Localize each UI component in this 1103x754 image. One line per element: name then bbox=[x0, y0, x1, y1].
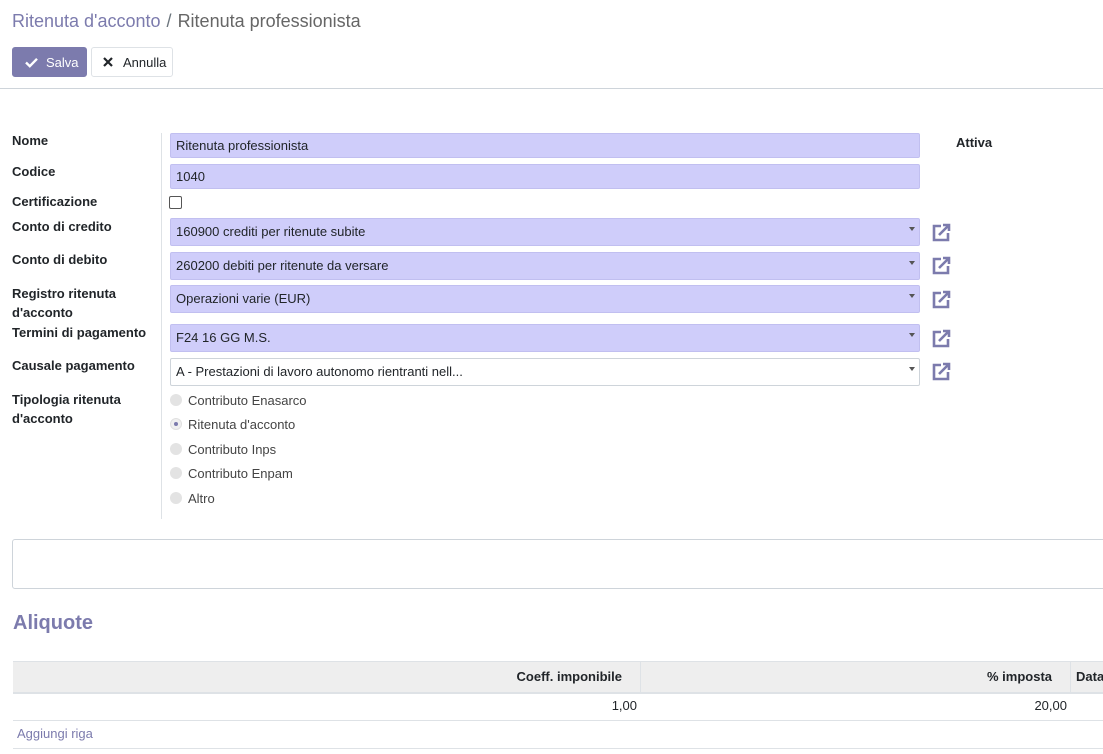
breadcrumb-parent-link[interactable]: Ritenuta d'acconto bbox=[12, 11, 161, 31]
column-header-coeff[interactable]: Coeff. imponibile bbox=[13, 662, 641, 692]
cell-tax: 20,00 bbox=[1034, 698, 1067, 713]
check-icon bbox=[24, 57, 38, 68]
breadcrumb: Ritenuta d'acconto / Ritenuta professionis… bbox=[12, 11, 361, 32]
withholding-type-radio-enasarco[interactable]: Contributo Enasarco bbox=[170, 391, 307, 409]
chevron-down-icon bbox=[909, 261, 915, 265]
payment-reason-value: A - Prestazioni di lavoro autonomo rient… bbox=[176, 364, 463, 379]
save-button[interactable]: Salva bbox=[12, 47, 87, 77]
label-column-divider bbox=[161, 133, 162, 519]
radio-label: Ritenuta d'acconto bbox=[188, 416, 296, 432]
code-label: Codice bbox=[12, 164, 56, 179]
credit-account-select[interactable]: 160900 crediti per ritenute subite bbox=[170, 218, 920, 246]
journal-label-line2: d'acconto bbox=[12, 305, 73, 320]
radio-indicator-checked bbox=[170, 418, 182, 430]
journal-label-line1: Registro ritenuta bbox=[12, 286, 117, 301]
debit-account-external-link-icon[interactable] bbox=[930, 255, 952, 277]
chevron-down-icon bbox=[909, 227, 915, 231]
breadcrumb-current: Ritenuta professionista bbox=[177, 11, 361, 31]
payment-reason-label: Causale pagamento bbox=[12, 358, 135, 373]
withholding-type-radio-enpam[interactable]: Contributo Enpam bbox=[170, 464, 293, 482]
radio-label: Contributo Enpam bbox=[188, 465, 293, 481]
radio-indicator bbox=[170, 467, 182, 479]
cell-coeff: 1,00 bbox=[611, 698, 637, 713]
rates-table-header: Coeff. imponibile % imposta Data bbox=[13, 661, 1103, 694]
notes-textarea[interactable] bbox=[12, 539, 1103, 589]
withholding-type-label-line1: Tipologia ritenuta bbox=[12, 392, 121, 407]
name-label: Nome bbox=[12, 133, 49, 148]
withholding-type-radio-ritenuta[interactable]: Ritenuta d'acconto bbox=[170, 415, 295, 433]
column-header-tax[interactable]: % imposta bbox=[642, 662, 1071, 692]
table-bottom-border bbox=[13, 748, 1103, 749]
payment-reason-external-link-icon[interactable] bbox=[930, 361, 952, 383]
name-input[interactable]: Ritenuta professionista bbox=[170, 133, 920, 158]
certification-label: Certificazione bbox=[12, 194, 98, 209]
radio-label: Contributo Enasarco bbox=[188, 392, 307, 408]
payment-terms-select[interactable]: F24 16 GG M.S. bbox=[170, 324, 920, 352]
rates-section-title: Aliquote bbox=[13, 612, 93, 634]
save-button-label: Salva bbox=[46, 54, 79, 70]
radio-indicator bbox=[170, 394, 182, 406]
debit-account-select[interactable]: 260200 debiti per ritenute da versare bbox=[170, 252, 920, 280]
certification-checkbox[interactable] bbox=[169, 196, 182, 209]
add-line-link[interactable]: Aggiungi riga bbox=[17, 726, 93, 741]
radio-label: Contributo Inps bbox=[188, 441, 277, 457]
withholding-type-radio-inps[interactable]: Contributo Inps bbox=[170, 440, 276, 458]
journal-select[interactable]: Operazioni varie (EUR) bbox=[170, 285, 920, 313]
breadcrumb-separator: / bbox=[166, 11, 172, 31]
credit-account-value: 160900 crediti per ritenute subite bbox=[176, 224, 366, 239]
close-icon bbox=[101, 57, 115, 67]
debit-account-label: Conto di debito bbox=[12, 252, 108, 267]
toolbar-divider bbox=[0, 88, 1103, 89]
chevron-down-icon bbox=[909, 294, 915, 298]
active-label[interactable]: Attiva bbox=[956, 133, 992, 152]
credit-account-external-link-icon[interactable] bbox=[930, 222, 952, 244]
payment-terms-label: Termini di pagamento bbox=[12, 325, 147, 340]
discard-button[interactable]: Annulla bbox=[91, 47, 173, 77]
radio-indicator bbox=[170, 492, 182, 504]
radio-indicator bbox=[170, 443, 182, 455]
chevron-down-icon bbox=[909, 333, 915, 337]
journal-label: Registro ritenuta d'acconto bbox=[12, 284, 157, 322]
chevron-down-icon bbox=[909, 367, 915, 371]
debit-account-value: 260200 debiti per ritenute da versare bbox=[176, 258, 389, 273]
radio-label: Altro bbox=[188, 490, 215, 506]
withholding-type-label: Tipologia ritenuta d'acconto bbox=[12, 390, 157, 428]
payment-reason-select[interactable]: A - Prestazioni di lavoro autonomo rient… bbox=[170, 358, 920, 386]
discard-button-label: Annulla bbox=[123, 54, 167, 70]
journal-value: Operazioni varie (EUR) bbox=[176, 291, 311, 306]
credit-account-label: Conto di credito bbox=[12, 219, 112, 234]
table-row[interactable]: 1,00 20,00 bbox=[13, 693, 1103, 721]
payment-terms-external-link-icon[interactable] bbox=[930, 328, 952, 350]
withholding-type-label-line2: d'acconto bbox=[12, 411, 73, 426]
withholding-type-radio-altro[interactable]: Altro bbox=[170, 489, 215, 507]
code-input[interactable]: 1040 bbox=[170, 164, 920, 189]
journal-external-link-icon[interactable] bbox=[930, 289, 952, 311]
payment-terms-value: F24 16 GG M.S. bbox=[176, 330, 271, 345]
column-header-date[interactable]: Data bbox=[1071, 662, 1103, 692]
